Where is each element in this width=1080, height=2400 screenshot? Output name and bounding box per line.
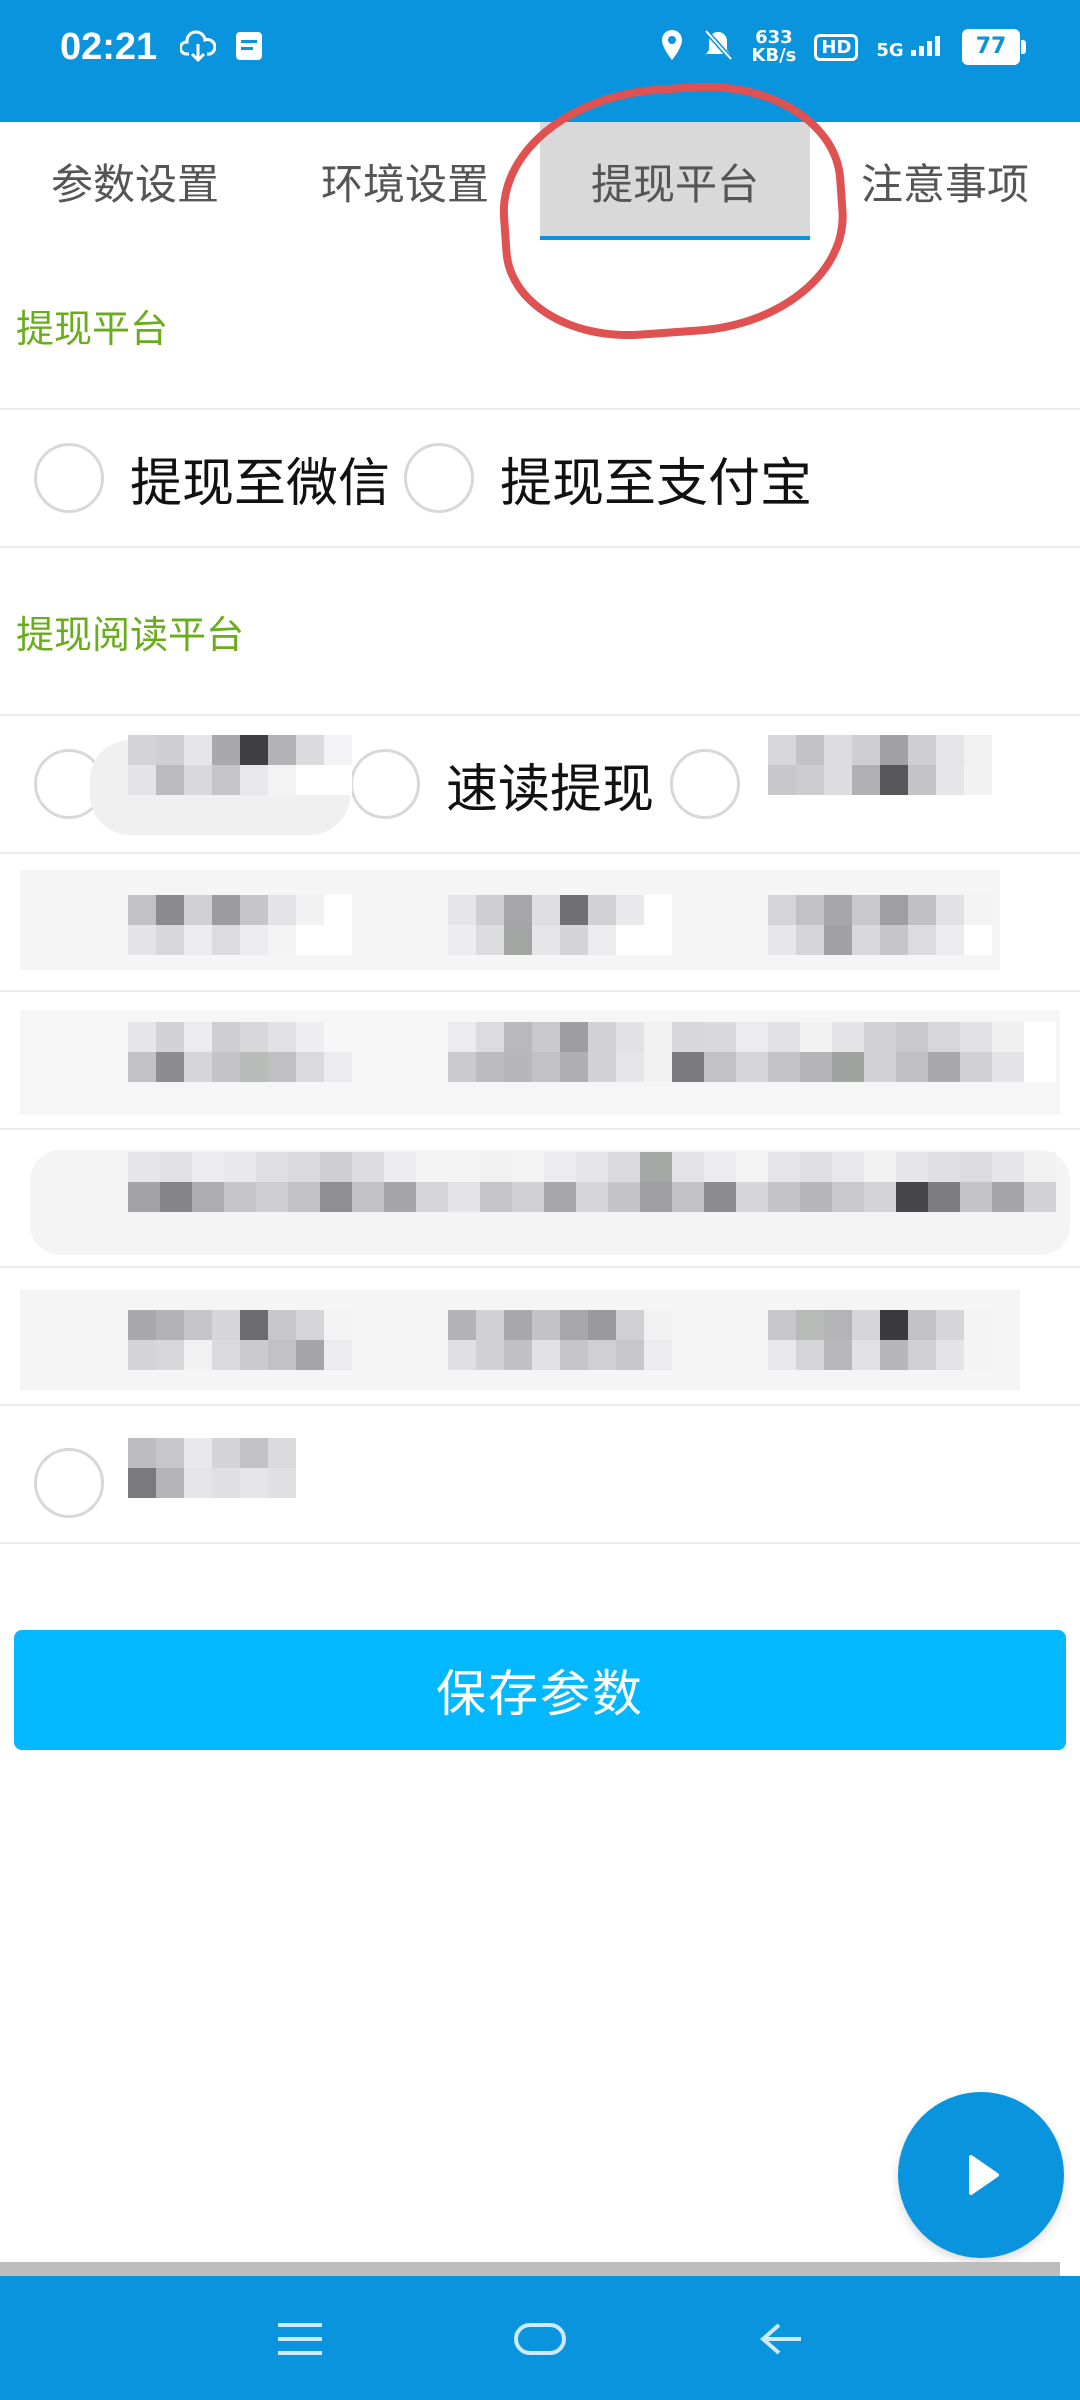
tab-param-settings[interactable]: 参数设置 bbox=[0, 122, 270, 240]
home-button[interactable] bbox=[500, 2304, 580, 2374]
horizontal-scrollbar[interactable] bbox=[0, 2262, 1060, 2276]
option-wechat[interactable]: 提现至微信 bbox=[34, 410, 390, 546]
pixelated-text bbox=[448, 1022, 672, 1082]
location-icon bbox=[659, 28, 685, 66]
divider bbox=[0, 546, 1080, 548]
menu-icon bbox=[278, 2323, 322, 2355]
save-params-button[interactable]: 保存参数 bbox=[14, 1630, 1066, 1750]
tab-notes[interactable]: 注意事项 bbox=[810, 122, 1080, 240]
section-title-read-platform: 提现阅读平台 bbox=[16, 613, 245, 657]
divider bbox=[0, 1542, 1080, 1544]
pixelated-text bbox=[768, 1310, 992, 1370]
tab-environment-settings[interactable]: 环境设置 bbox=[270, 122, 540, 240]
battery-indicator: 77 bbox=[962, 29, 1026, 65]
app-notification-icon bbox=[234, 30, 264, 66]
pixelated-text bbox=[128, 1022, 352, 1082]
play-icon bbox=[969, 2155, 999, 2195]
pixelated-text bbox=[672, 1022, 1056, 1082]
status-bar: 02:21 633 KB/s HD 5G 77 bbox=[0, 0, 1080, 122]
withdraw-options-row: 提现至微信 提现至支付宝 bbox=[0, 410, 1080, 546]
radio-wechat[interactable] bbox=[34, 443, 104, 513]
pixelated-text bbox=[768, 735, 992, 795]
pixelated-text bbox=[448, 895, 672, 955]
back-button[interactable] bbox=[740, 2304, 820, 2374]
option-wechat-label: 提现至微信 bbox=[130, 453, 391, 514]
back-icon bbox=[759, 2323, 801, 2355]
radio-read-sudu[interactable] bbox=[350, 749, 420, 819]
pixelated-text bbox=[448, 1310, 672, 1370]
divider bbox=[0, 1266, 1080, 1268]
pixelated-text bbox=[128, 895, 352, 955]
network-speed: 633 KB/s bbox=[751, 29, 796, 65]
pixelated-text bbox=[128, 735, 352, 795]
pixelated-text bbox=[128, 1152, 1056, 1212]
status-left-icons bbox=[179, 30, 264, 66]
read-option-3[interactable] bbox=[670, 716, 740, 852]
read-option-sudu[interactable]: 速读提现 bbox=[350, 716, 654, 852]
radio-read-obscured[interactable] bbox=[34, 1448, 104, 1518]
option-alipay[interactable]: 提现至支付宝 bbox=[404, 410, 812, 546]
menu-button[interactable] bbox=[260, 2304, 340, 2374]
cloud-download-icon bbox=[179, 30, 217, 66]
divider bbox=[0, 990, 1080, 992]
status-time: 02:21 bbox=[60, 26, 158, 68]
pixelated-text bbox=[768, 895, 992, 955]
system-navigation-bar bbox=[0, 2276, 1080, 2400]
section-title-withdraw: 提现平台 bbox=[16, 307, 169, 351]
network-type: 5G bbox=[876, 39, 904, 61]
radio-read-3[interactable] bbox=[670, 749, 740, 819]
divider bbox=[0, 1404, 1080, 1406]
signal-indicator: 5G bbox=[876, 34, 944, 61]
read-option-sudu-label: 速读提现 bbox=[446, 759, 655, 820]
signal-bars-icon bbox=[911, 35, 940, 56]
divider bbox=[0, 1128, 1080, 1130]
tab-bar: 参数设置 环境设置 提现平台 注意事项 bbox=[0, 122, 1080, 240]
pixelated-text bbox=[128, 1310, 352, 1370]
divider bbox=[0, 852, 1080, 854]
home-icon bbox=[514, 2323, 566, 2355]
pixelated-text bbox=[128, 1438, 352, 1498]
play-fab-button[interactable] bbox=[898, 2092, 1064, 2258]
status-right-icons: 633 KB/s HD 5G 77 bbox=[659, 28, 1026, 66]
option-alipay-label: 提现至支付宝 bbox=[500, 453, 813, 514]
speed-unit: KB/s bbox=[751, 45, 797, 66]
mute-bell-icon bbox=[703, 28, 734, 66]
radio-alipay[interactable] bbox=[404, 443, 474, 513]
hd-badge: HD bbox=[814, 33, 859, 61]
tab-withdraw-platform[interactable]: 提现平台 bbox=[540, 122, 810, 240]
